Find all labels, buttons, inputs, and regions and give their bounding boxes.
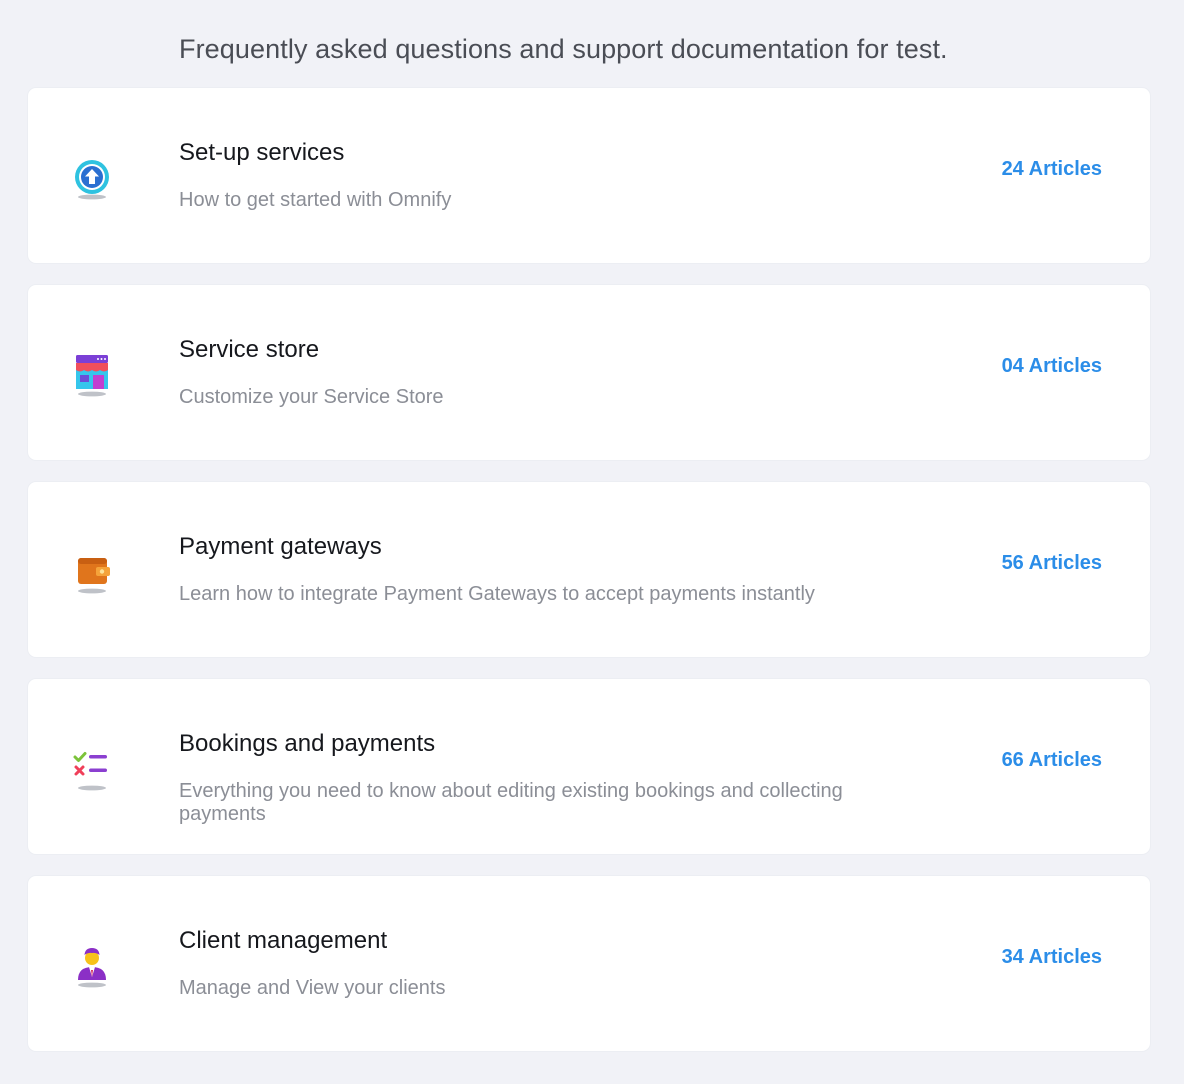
category-card-service-store[interactable]: Service store Customize your Service Sto… — [28, 285, 1150, 460]
checklist-icon — [72, 749, 112, 793]
category-card-setup-services[interactable]: Set-up services How to get started with … — [28, 88, 1150, 263]
article-count-link[interactable]: 66 Articles — [1002, 749, 1102, 772]
category-description: How to get started with Omnify — [179, 189, 452, 211]
category-card-payment-gateways[interactable]: Payment gateways Learn how to integrate … — [28, 482, 1150, 657]
storefront-icon — [72, 355, 112, 399]
category-title: Bookings and payments — [179, 730, 436, 757]
upload-arrow-icon — [72, 158, 112, 202]
category-card-client-management[interactable]: Client management Manage and View your c… — [28, 876, 1150, 1051]
category-description: Learn how to integrate Payment Gateways … — [179, 583, 815, 605]
category-description: Manage and View your clients — [179, 977, 446, 999]
category-card-bookings-payments[interactable]: Bookings and payments Everything you nee… — [28, 679, 1150, 854]
category-description: Everything you need to know about editin… — [179, 780, 843, 825]
page-intro: Frequently asked questions and support d… — [179, 34, 948, 64]
article-count-link[interactable]: 24 Articles — [1002, 158, 1102, 181]
client-person-icon — [72, 946, 112, 990]
article-count-link[interactable]: 04 Articles — [1002, 355, 1102, 378]
category-title: Service store — [179, 336, 320, 363]
category-description: Customize your Service Store — [179, 386, 444, 408]
article-count-link[interactable]: 56 Articles — [1002, 552, 1102, 575]
category-title: Payment gateways — [179, 533, 382, 560]
category-title: Client management — [179, 927, 388, 954]
wallet-icon — [72, 552, 112, 596]
category-title: Set-up services — [179, 139, 345, 166]
article-count-link[interactable]: 34 Articles — [1002, 946, 1102, 969]
